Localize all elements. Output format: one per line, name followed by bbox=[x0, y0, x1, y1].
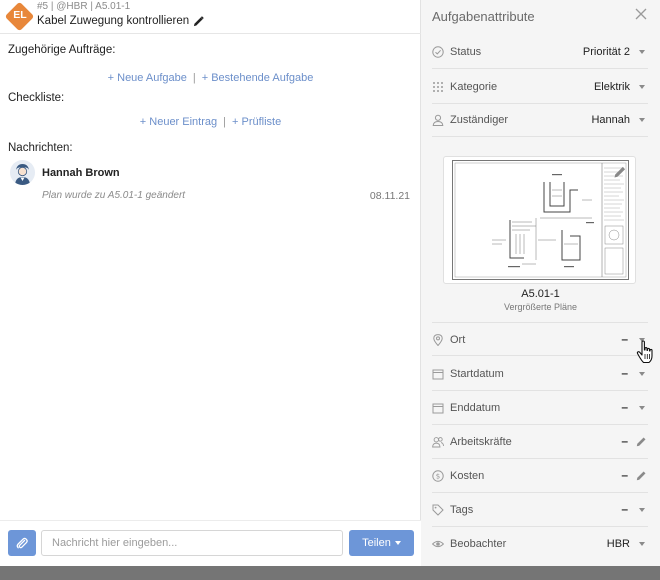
attr-status-value: Priorität 2 bbox=[582, 46, 630, 58]
attr-observers-label: Beobachter bbox=[450, 538, 507, 550]
user-avatar-icon bbox=[10, 160, 35, 185]
action-separator: | bbox=[192, 72, 196, 84]
messages-label: Nachrichten: bbox=[8, 142, 73, 154]
existing-task-link[interactable]: + Bestehende Aufgabe bbox=[202, 72, 314, 84]
checklist-actions: + Neuer Eintrag | + Prüfliste bbox=[0, 116, 421, 128]
attr-location[interactable]: Ort – bbox=[432, 322, 648, 356]
chevron-down-icon bbox=[639, 50, 645, 54]
paperclip-icon bbox=[16, 537, 28, 548]
people-icon bbox=[432, 437, 444, 448]
close-icon[interactable] bbox=[634, 7, 648, 21]
task-title[interactable]: Kabel Zuwegung kontrollieren bbox=[37, 15, 204, 27]
action-separator: | bbox=[223, 116, 226, 128]
attr-end-date-value: – bbox=[621, 400, 628, 414]
message-text: Plan wurde zu A5.01-1 geändert bbox=[42, 190, 186, 201]
checklist-template-link[interactable]: + Prüfliste bbox=[232, 116, 281, 128]
new-entry-link[interactable]: + Neuer Eintrag bbox=[140, 116, 217, 128]
attr-category-value: Elektrik bbox=[593, 81, 630, 93]
chevron-down-icon bbox=[639, 372, 645, 376]
attr-costs-value: – bbox=[621, 468, 628, 482]
attr-workers-value: – bbox=[621, 434, 628, 448]
calendar-icon bbox=[432, 369, 444, 380]
grid-dots-icon bbox=[433, 82, 443, 92]
pencil-icon[interactable] bbox=[193, 15, 204, 27]
pencil-icon[interactable] bbox=[636, 436, 647, 447]
new-task-link[interactable]: + Neue Aufgabe bbox=[108, 72, 187, 84]
attr-location-value: – bbox=[621, 332, 628, 346]
attr-location-label: Ort bbox=[450, 334, 466, 346]
attr-start-date-value: – bbox=[621, 366, 628, 380]
attach-button[interactable] bbox=[8, 530, 36, 556]
attr-workers-label: Arbeitskräfte bbox=[450, 436, 512, 448]
chevron-down-icon bbox=[639, 406, 645, 410]
category-badge: EL bbox=[4, 1, 35, 32]
attr-assignee-value: Hannah bbox=[591, 114, 630, 126]
plan-preview[interactable] bbox=[443, 156, 636, 284]
attr-observers[interactable]: Beobachter HBR bbox=[432, 527, 648, 561]
checklist-label: Checkliste: bbox=[8, 92, 65, 104]
task-title-text: Kabel Zuwegung kontrollieren bbox=[37, 15, 190, 27]
category-badge-label: EL bbox=[13, 9, 27, 21]
message-composer: Teilen bbox=[0, 520, 421, 566]
attr-assignee-label: Zuständiger bbox=[450, 114, 509, 126]
share-button[interactable]: Teilen bbox=[349, 530, 414, 556]
person-icon bbox=[432, 114, 444, 126]
attr-costs[interactable]: $ Kosten – bbox=[432, 459, 648, 493]
panel-title: Aufgabenattribute bbox=[432, 9, 535, 24]
related-orders-label: Zugehörige Aufträge: bbox=[8, 44, 116, 56]
calendar-icon bbox=[432, 403, 444, 414]
pencil-icon[interactable] bbox=[636, 470, 647, 481]
attr-start-date[interactable]: Startdatum – bbox=[432, 357, 648, 391]
task-header: EL #5 | @HBR | A5.01-1 Kabel Zuwegung ko… bbox=[0, 0, 421, 34]
backdrop-strip bbox=[0, 566, 660, 580]
chevron-down-icon bbox=[639, 508, 645, 512]
svg-text:$: $ bbox=[436, 473, 440, 481]
plan-name: A5.01-1 bbox=[521, 288, 560, 300]
tag-icon bbox=[432, 504, 444, 516]
eye-icon bbox=[432, 540, 444, 548]
check-circle-icon bbox=[432, 46, 444, 58]
task-identifier: #5 | @HBR | A5.01-1 bbox=[37, 1, 131, 12]
attr-workers[interactable]: Arbeitskräfte – bbox=[432, 425, 648, 459]
plan-subtitle: Vergrößerte Pläne bbox=[503, 302, 578, 312]
attr-tags-label: Tags bbox=[450, 504, 474, 516]
attr-status-label: Status bbox=[450, 46, 482, 58]
chevron-down-icon bbox=[639, 85, 645, 89]
task-main-pane: EL #5 | @HBR | A5.01-1 Kabel Zuwegung ko… bbox=[0, 0, 421, 566]
message-author: Hannah Brown bbox=[42, 167, 120, 179]
pin-icon bbox=[433, 334, 443, 346]
attr-category[interactable]: Kategorie Elektrik bbox=[432, 70, 648, 104]
attr-status[interactable]: Status Priorität 2 bbox=[432, 35, 648, 69]
attr-assignee[interactable]: Zuständiger Hannah bbox=[432, 103, 648, 137]
attr-tags-value: – bbox=[621, 502, 628, 516]
attr-costs-label: Kosten bbox=[450, 470, 485, 482]
attr-tags[interactable]: Tags – bbox=[432, 493, 648, 527]
attr-observers-value: HBR bbox=[606, 538, 630, 550]
task-detail-window: EL #5 | @HBR | A5.01-1 Kabel Zuwegung ko… bbox=[0, 0, 660, 566]
attr-end-date[interactable]: Enddatum – bbox=[432, 391, 648, 425]
plan-thumbnail bbox=[452, 160, 629, 280]
attr-start-date-label: Startdatum bbox=[450, 368, 504, 380]
chevron-down-icon bbox=[639, 118, 645, 122]
chevron-down-icon bbox=[394, 541, 401, 545]
attr-end-date-label: Enddatum bbox=[450, 402, 501, 414]
dollar-circle-icon: $ bbox=[432, 470, 444, 482]
attr-category-label: Kategorie bbox=[450, 81, 498, 93]
avatar bbox=[10, 160, 35, 185]
attributes-panel: Aufgabenattribute Status Priorität 2 Kat… bbox=[421, 0, 660, 566]
chevron-down-icon bbox=[639, 542, 645, 546]
pencil-icon[interactable] bbox=[613, 165, 627, 179]
share-button-label: Teilen bbox=[362, 537, 391, 549]
message-input[interactable] bbox=[41, 530, 343, 556]
related-orders-actions: + Neue Aufgabe | + Bestehende Aufgabe bbox=[0, 72, 421, 84]
message-date: 08.11.21 bbox=[369, 190, 410, 202]
hand-pointer-icon bbox=[636, 340, 653, 364]
